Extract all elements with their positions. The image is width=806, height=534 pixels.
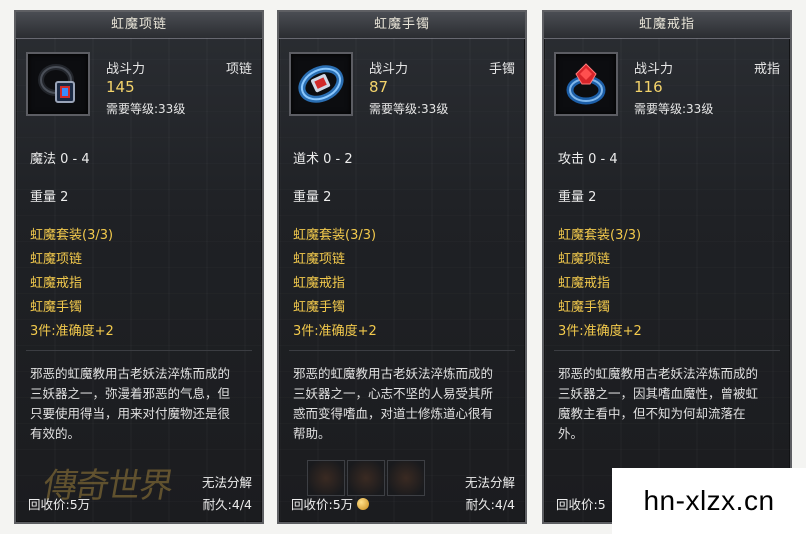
combat-power-value: 87 — [369, 78, 389, 96]
item-description: 邪恶的虹魔教用古老妖法淬炼而成的 三妖器之一，心志不坚的人易受其所 惑而变得嗜血… — [293, 366, 494, 441]
weight-line: 重量 2 — [293, 190, 332, 205]
item-description: 邪恶的虹魔教用古老妖法淬炼而成的 三妖器之一，弥漫着邪恶的气息，但 只要使用得当… — [30, 366, 231, 441]
bracelet-icon — [289, 52, 353, 116]
divider — [26, 350, 252, 351]
background-skill-bar — [307, 460, 457, 496]
divider — [554, 350, 780, 351]
stat-line: 道术 0 - 2 — [293, 152, 353, 167]
tooltip-title: 虹魔手镯 — [279, 12, 525, 39]
gold-coin-icon — [357, 498, 370, 510]
required-level: 需要等级:33级 — [369, 102, 449, 116]
recycle-price: 回收价:5 — [556, 497, 606, 512]
set-item: 虹魔项链 — [30, 252, 83, 267]
item-tooltip-necklace: 虹魔项链 战斗力 145 需要等级:33级 项链 魔法 0 - 4 重量 2 虹… — [14, 10, 264, 524]
site-watermark: hn-xlzx.cn — [612, 468, 806, 534]
set-item: 虹魔手镯 — [30, 300, 83, 315]
required-level: 需要等级:33级 — [634, 102, 714, 116]
item-tooltip-ring: 虹魔戒指 战斗力 116 需要等级:33级 戒指 攻击 0 - 4 重量 2 虹… — [542, 10, 792, 524]
tooltip-title: 虹魔戒指 — [544, 12, 790, 39]
set-bonus: 3件:准确度+2 — [293, 324, 377, 339]
set-item: 虹魔项链 — [293, 252, 346, 267]
no-decompose-label: 无法分解 — [201, 475, 252, 490]
set-title: 虹魔套装(3/3) — [30, 228, 114, 243]
weight-line: 重量 2 — [30, 190, 69, 205]
durability: 耐久:4/4 — [465, 497, 515, 512]
ring-icon — [554, 52, 618, 116]
recycle-price: 回收价:5万 — [291, 494, 370, 513]
combat-power-label: 战斗力 — [369, 62, 409, 77]
tooltip-title: 虹魔项链 — [16, 12, 262, 39]
combat-power-label: 战斗力 — [634, 62, 674, 77]
item-description: 邪恶的虹魔教用古老妖法淬炼而成的 三妖器之一，因其嗜血魔性，曾被虹 魔教主看中，… — [558, 366, 759, 441]
set-title: 虹魔套装(3/3) — [293, 228, 377, 243]
stat-line: 攻击 0 - 4 — [558, 152, 618, 167]
set-item: 虹魔戒指 — [293, 276, 346, 291]
stat-line: 魔法 0 - 4 — [30, 152, 90, 167]
set-item: 虹魔戒指 — [558, 276, 611, 291]
weight-line: 重量 2 — [558, 190, 597, 205]
set-item: 虹魔手镯 — [293, 300, 346, 315]
required-level: 需要等级:33级 — [106, 102, 186, 116]
recycle-price: 回收价:5万 — [28, 497, 91, 512]
set-item: 虹魔手镯 — [558, 300, 611, 315]
set-bonus: 3件:准确度+2 — [558, 324, 642, 339]
combat-power-value: 116 — [634, 78, 663, 96]
set-item: 虹魔戒指 — [30, 276, 83, 291]
slot-type: 项链 — [225, 62, 252, 77]
set-bonus: 3件:准确度+2 — [30, 324, 114, 339]
slot-type: 戒指 — [753, 62, 780, 77]
necklace-icon — [26, 52, 90, 116]
item-tooltip-bracelet: 虹魔手镯 战斗力 87 需要等级:33级 手镯 道术 0 - 2 重量 2 虹魔… — [277, 10, 527, 524]
set-title: 虹魔套装(3/3) — [558, 228, 642, 243]
slot-type: 手镯 — [488, 62, 515, 77]
set-item: 虹魔项链 — [558, 252, 611, 267]
combat-power-label: 战斗力 — [106, 62, 146, 77]
durability: 耐久:4/4 — [202, 497, 252, 512]
divider — [289, 350, 515, 351]
combat-power-value: 145 — [106, 78, 135, 96]
no-decompose-label: 无法分解 — [464, 475, 515, 490]
